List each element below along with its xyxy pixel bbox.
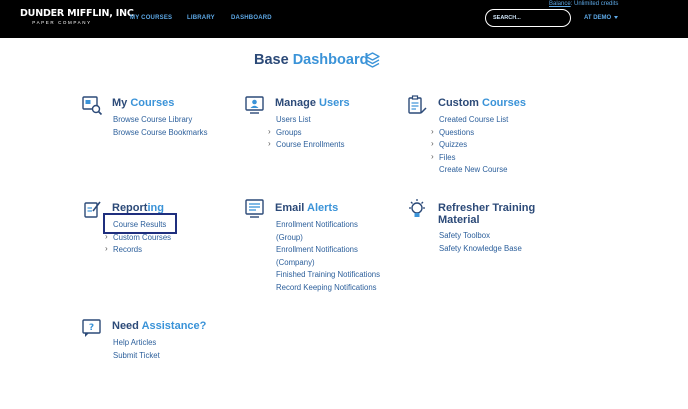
list-item: Questions <box>431 126 508 140</box>
user-menu-label: AT DEMO <box>584 15 612 21</box>
course-results-highlight-box <box>103 213 177 234</box>
title-part: Courses <box>130 97 175 109</box>
link-questions[interactable]: Questions <box>439 128 474 137</box>
page-title-part2: Dashboard <box>292 52 369 68</box>
title-line: Refresher Training <box>438 202 536 214</box>
section-title-need-assistance: Need Assistance? <box>112 320 206 332</box>
page-title: Base Dashboard <box>254 52 368 68</box>
link-enrollment-notifications-group[interactable]: Enrollment Notifications <box>276 220 358 229</box>
list-item: Browse Course Bookmarks <box>113 127 207 140</box>
link-browse-course-bookmarks[interactable]: Browse Course Bookmarks <box>113 128 207 137</box>
section-title-refresher-training: Refresher Training Material <box>438 202 535 226</box>
link-safety-toolbox[interactable]: Safety Toolbox <box>439 231 490 240</box>
help-icon: ? <box>82 319 101 337</box>
company-logo[interactable]: DUNDER MIFFLIN, INC PAPER COMPANY <box>20 8 134 26</box>
title-part: Email <box>275 202 305 214</box>
nav-my-courses[interactable]: MY COURSES <box>130 15 172 21</box>
link-quizzes[interactable]: Quizzes <box>439 140 467 149</box>
logo-sub-text: PAPER COMPANY <box>32 20 92 25</box>
reporting-icon <box>84 201 101 218</box>
custom-courses-icon <box>408 95 427 114</box>
lightbulb-icon <box>409 199 425 217</box>
list-item: Files <box>431 151 508 165</box>
nav-dashboard[interactable]: DASHBOARD <box>231 15 272 21</box>
link-browse-course-library[interactable]: Browse Course Library <box>113 115 192 124</box>
layers-icon <box>365 52 380 68</box>
course-library-icon <box>82 96 103 116</box>
link-groups[interactable]: Groups <box>276 128 302 137</box>
list-item: Safety Knowledge Base <box>439 243 522 256</box>
list-item: Enrollment Notifications <box>276 244 380 257</box>
my-courses-links: Browse Course Library Browse Course Book… <box>113 114 207 139</box>
credits-text: : Unlimited credits <box>570 1 619 7</box>
link-record-keeping-notifications[interactable]: Record Keeping Notifications <box>276 283 377 292</box>
link-create-new-course[interactable]: Create New Course <box>439 165 507 174</box>
title-part: Courses <box>482 97 527 109</box>
section-title-email-alerts: Email Alerts <box>275 202 338 214</box>
assistance-links: Help Articles Submit Ticket <box>113 337 160 362</box>
logo-main-text: DUNDER MIFFLIN, INC <box>20 8 134 19</box>
link-enrollment-notifications-company-suffix[interactable]: (Company) <box>276 258 315 267</box>
link-records[interactable]: Records <box>113 245 142 254</box>
balance-link[interactable]: Balance <box>549 1 571 7</box>
list-item: (Company) <box>276 257 380 270</box>
list-item: Record Keeping Notifications <box>276 282 380 295</box>
list-item: Enrollment Notifications <box>276 219 380 232</box>
list-item: Created Course List <box>439 114 508 127</box>
list-item: Users List <box>276 114 344 127</box>
section-title-manage-users: Manage Users <box>275 97 350 109</box>
section-title-my-courses: My Courses <box>112 97 174 109</box>
section-title-custom-courses: Custom Courses <box>438 97 526 109</box>
refresher-links: Safety Toolbox Safety Knowledge Base <box>439 230 522 255</box>
list-item: Browse Course Library <box>113 114 207 127</box>
list-item: Groups <box>268 126 344 140</box>
title-part: Users <box>319 97 350 109</box>
list-item: Help Articles <box>113 337 160 350</box>
svg-text:?: ? <box>89 323 94 333</box>
title-part: Need <box>112 320 139 332</box>
nav-library[interactable]: LIBRARY <box>187 15 215 21</box>
title-line: Material <box>438 214 480 226</box>
link-safety-knowledge-base[interactable]: Safety Knowledge Base <box>439 244 522 253</box>
user-menu[interactable]: AT DEMO <box>584 15 619 21</box>
list-item: Submit Ticket <box>113 350 160 363</box>
email-alerts-links: Enrollment Notifications (Group) Enrollm… <box>276 219 380 295</box>
title-part: Manage <box>275 97 316 109</box>
manage-users-icon <box>245 96 264 114</box>
link-course-enrollments[interactable]: Course Enrollments <box>276 140 344 149</box>
search-input[interactable] <box>493 14 565 22</box>
title-part: My <box>112 97 128 109</box>
list-item: (Group) <box>276 232 380 245</box>
link-enrollment-notifications-group-suffix[interactable]: (Group) <box>276 233 303 242</box>
list-item: Records <box>105 243 171 257</box>
custom-courses-links: Created Course List Questions Quizzes Fi… <box>431 114 508 177</box>
title-part: Custom <box>438 97 479 109</box>
link-finished-training-notifications[interactable]: Finished Training Notifications <box>276 270 380 279</box>
manage-users-links: Users List Groups Course Enrollments <box>268 114 345 152</box>
link-help-articles[interactable]: Help Articles <box>113 338 156 347</box>
balance-info: Balance: Unlimited credits <box>549 1 618 7</box>
email-alerts-icon <box>245 199 264 218</box>
link-users-list[interactable]: Users List <box>276 115 311 124</box>
link-files[interactable]: Files <box>439 153 455 162</box>
link-enrollment-notifications-company[interactable]: Enrollment Notifications <box>276 245 358 254</box>
chevron-down-icon <box>614 15 619 19</box>
list-item: Finished Training Notifications <box>276 269 380 282</box>
list-item: Quizzes <box>431 138 508 152</box>
list-item: Course Enrollments <box>268 138 345 152</box>
list-item: Safety Toolbox <box>439 230 522 243</box>
search-box[interactable] <box>485 9 571 27</box>
link-submit-ticket[interactable]: Submit Ticket <box>113 351 160 360</box>
top-navigation-bar: DUNDER MIFFLIN, INC PAPER COMPANY MY COU… <box>0 0 688 38</box>
title-part: Assistance? <box>141 320 207 332</box>
title-part: Alerts <box>307 202 339 214</box>
list-item: Create New Course <box>439 164 508 177</box>
page-title-part1: Base <box>254 52 289 68</box>
link-created-course-list[interactable]: Created Course List <box>439 115 508 124</box>
